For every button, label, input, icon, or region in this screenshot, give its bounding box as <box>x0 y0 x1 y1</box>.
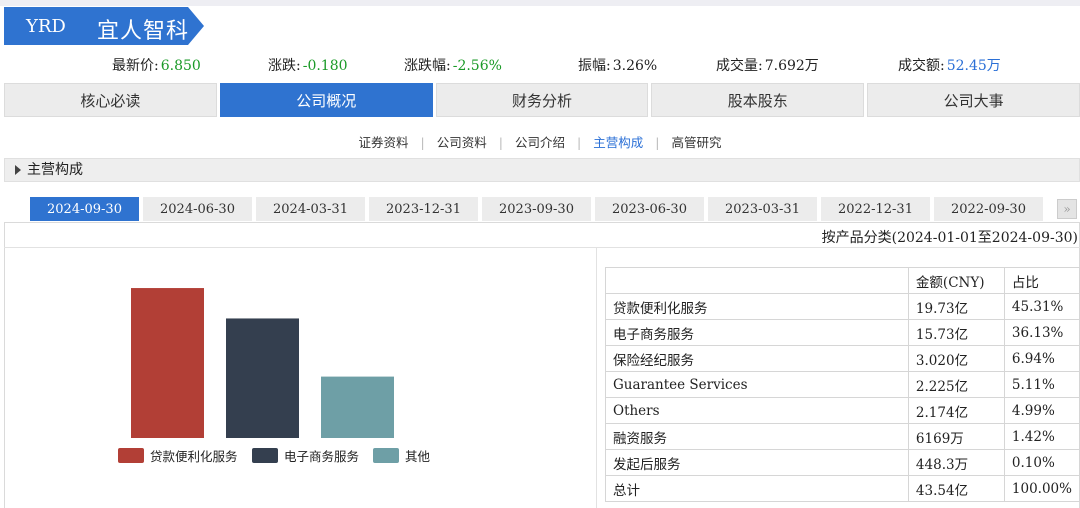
legend-swatch[interactable] <box>118 448 144 463</box>
quote-value: -0.180 <box>302 58 348 74</box>
table-cell: 19.73亿 <box>907 293 1005 320</box>
quote-label: 最新价: <box>112 58 159 74</box>
table-cell: 100.00% <box>1003 475 1080 502</box>
quote-value: 52.45万 <box>946 58 1001 74</box>
table-cell: 4.99% <box>1003 397 1080 424</box>
revenue-bar-chart: 贷款便利化服务 电子商务服务 其他 <box>118 288 431 464</box>
quote-volume: 成交量: 7.692万 <box>716 55 819 75</box>
date-tab[interactable]: 2023-09-30 <box>482 197 591 221</box>
divider <box>4 247 1080 248</box>
table-cell: 6.94% <box>1003 345 1080 372</box>
revenue-table: 金额(CNY) 占比 贷款便利化服务 19.73亿 45.31% 电子商务服务 … <box>605 267 1080 502</box>
quote-value: 7.692万 <box>764 58 819 74</box>
quote-value: 6.850 <box>160 58 201 74</box>
table-cell: 总计 <box>605 475 909 502</box>
stock-name: 宜人智科 <box>97 19 190 44</box>
subnav-company-intro[interactable]: 公司介绍 <box>503 135 577 150</box>
table-row: 电子商务服务 15.73亿 36.13% <box>605 319 1080 346</box>
quote-last-price: 最新价: 6.850 <box>112 55 201 75</box>
table-row: 总计 43.54亿 100.00% <box>605 475 1080 502</box>
double-chevron-right-icon[interactable]: » <box>1057 199 1077 219</box>
bar-2[interactable] <box>321 376 394 438</box>
date-tab[interactable]: 2022-09-30 <box>934 197 1043 221</box>
table-row: Others 2.174亿 4.99% <box>605 397 1080 424</box>
legend-label[interactable]: 贷款便利化服务 <box>150 449 238 464</box>
quote-label: 振幅: <box>578 58 611 74</box>
quote-turnover: 成交额: 52.45万 <box>898 55 1001 75</box>
top-strip <box>0 0 1080 6</box>
classification-label: 按产品分类(2024-01-01至2024-09-30) <box>821 230 1078 246</box>
subnav-main-business[interactable]: 主营构成 <box>581 135 655 150</box>
date-tab[interactable]: 2024-03-31 <box>256 197 365 221</box>
table-cell: Others <box>605 397 909 424</box>
quote-change: 涨跌: -0.180 <box>268 55 348 75</box>
table-row: 融资服务 6169万 1.42% <box>605 423 1080 450</box>
table-header-cell <box>605 267 909 294</box>
table-row: 发起后服务 448.3万 0.10% <box>605 449 1080 476</box>
subnav-securities-info[interactable]: 证券资料 <box>347 135 421 150</box>
tab-company-events[interactable]: 公司大事 <box>867 83 1080 117</box>
legend-swatch[interactable] <box>373 448 399 463</box>
table-cell: 0.10% <box>1003 449 1080 476</box>
table-cell: 448.3万 <box>907 449 1005 476</box>
table-row: 保险经纪服务 3.020亿 6.94% <box>605 345 1080 372</box>
quote-value: 3.26% <box>612 58 658 74</box>
subnav-management[interactable]: 高管研究 <box>659 135 733 150</box>
table-cell: 2.225亿 <box>907 371 1005 398</box>
date-tab[interactable]: 2024-06-30 <box>143 197 252 221</box>
sub-navigation: 证券资料 | 公司资料 | 公司介绍 | 主营构成 | 高管研究 <box>0 132 1080 151</box>
table-cell: 15.73亿 <box>907 319 1005 346</box>
subnav-company-info[interactable]: 公司资料 <box>425 135 499 150</box>
table-cell: 45.31% <box>1003 293 1080 320</box>
table-cell: 43.54亿 <box>907 475 1005 502</box>
table-cell: 发起后服务 <box>605 449 909 476</box>
tab-financial-analysis[interactable]: 财务分析 <box>435 83 649 117</box>
quote-value: -2.56% <box>452 58 502 74</box>
bar-1[interactable] <box>226 318 299 438</box>
tab-company-overview[interactable]: 公司概况 <box>219 83 433 117</box>
table-cell: 保险经纪服务 <box>605 345 909 372</box>
table-header-cell: 占比 <box>1003 267 1080 294</box>
bar-0[interactable] <box>131 288 204 438</box>
tab-core-reading[interactable]: 核心必读 <box>4 83 217 117</box>
quote-change-pct: 涨跌幅: -2.56% <box>404 55 502 75</box>
date-tab[interactable]: 2023-03-31 <box>708 197 817 221</box>
quote-label: 涨跌: <box>268 58 301 74</box>
date-tab[interactable]: 2023-12-31 <box>369 197 478 221</box>
section-title: 主营构成 <box>27 162 83 178</box>
report-date-tabs: 2024-09-30 2024-06-30 2024-03-31 2023-12… <box>30 197 1043 221</box>
quote-amplitude: 振幅: 3.26% <box>578 55 657 75</box>
caret-right-icon <box>15 165 21 175</box>
tab-shareholders[interactable]: 股本股东 <box>651 83 865 117</box>
quote-label: 成交量: <box>716 58 763 74</box>
legend-label[interactable]: 电子商务服务 <box>284 449 359 464</box>
table-cell: 3.020亿 <box>907 345 1005 372</box>
table-cell: 2.174亿 <box>907 397 1005 424</box>
legend-label[interactable]: 其他 <box>405 449 431 464</box>
table-header-cell: 金额(CNY) <box>907 267 1005 294</box>
table-cell: 电子商务服务 <box>605 319 909 346</box>
table-cell: 贷款便利化服务 <box>605 293 909 320</box>
table-cell: 36.13% <box>1003 319 1080 346</box>
table-cell: 1.42% <box>1003 423 1080 450</box>
table-cell: Guarantee Services <box>605 371 909 398</box>
table-cell: 5.11% <box>1003 371 1080 398</box>
main-tabs: 核心必读 公司概况 财务分析 股本股东 公司大事 <box>4 83 1080 117</box>
section-header[interactable]: 主营构成 <box>4 158 1080 182</box>
divider <box>596 247 597 508</box>
quote-label: 成交额: <box>898 58 945 74</box>
table-row: 贷款便利化服务 19.73亿 45.31% <box>605 293 1080 320</box>
table-cell: 6169万 <box>907 423 1005 450</box>
legend-swatch[interactable] <box>252 448 278 463</box>
date-tab[interactable]: 2022-12-31 <box>821 197 930 221</box>
table-header-row: 金额(CNY) 占比 <box>605 267 1080 294</box>
quote-label: 涨跌幅: <box>404 58 451 74</box>
date-tab[interactable]: 2023-06-30 <box>595 197 704 221</box>
stock-badge: YRD 宜人智科 <box>4 7 204 45</box>
table-cell: 融资服务 <box>605 423 909 450</box>
date-tab[interactable]: 2024-09-30 <box>30 197 139 221</box>
stock-code: YRD <box>26 16 66 37</box>
table-row: Guarantee Services 2.225亿 5.11% <box>605 371 1080 398</box>
